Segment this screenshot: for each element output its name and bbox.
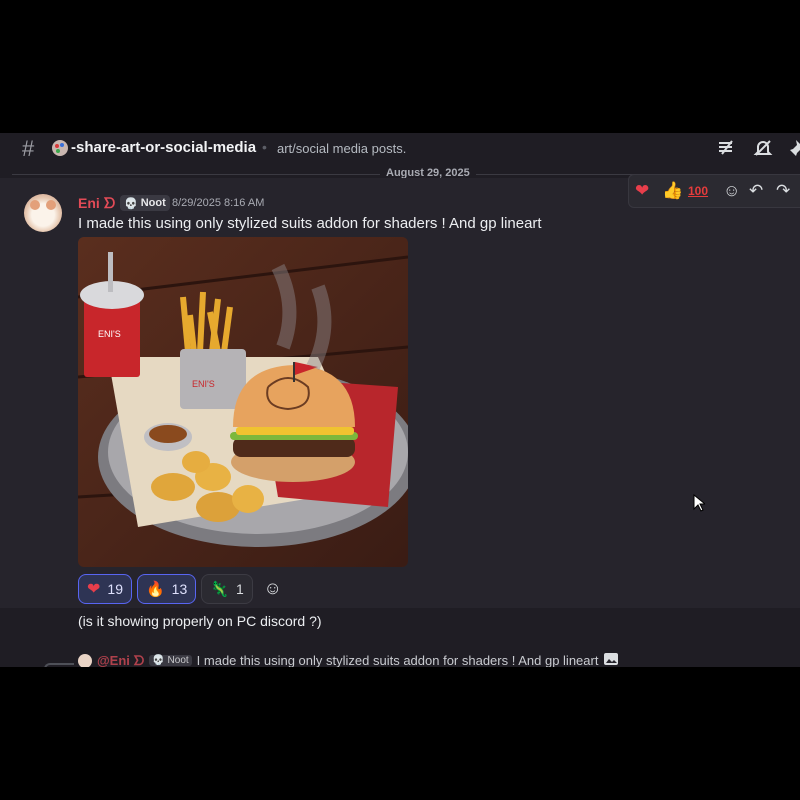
mouse-cursor-icon [693, 493, 707, 517]
separator-dot: • [262, 139, 267, 155]
channel-name[interactable]: -share-art-or-social-media [71, 139, 256, 156]
reaction-count: 19 [107, 581, 123, 597]
server-tag[interactable]: 💀 Noot [120, 195, 170, 211]
channel-header: # -share-art-or-social-media • art/socia… [0, 133, 800, 163]
avatar-ear-right [46, 200, 56, 210]
add-reaction-button[interactable]: ☺ [258, 574, 288, 602]
avatar[interactable] [24, 194, 62, 232]
attachment-image[interactable]: ENI'S ENI'S [78, 237, 408, 567]
reply-username[interactable]: @Eni ᗤ [97, 653, 144, 668]
heart-icon[interactable]: ❤ [635, 181, 649, 201]
thumbs-up-icon[interactable]: 👍 [662, 181, 683, 201]
add-reaction-icon[interactable]: ☺ [723, 181, 740, 201]
svg-text:ENI'S: ENI'S [192, 379, 215, 389]
discord-window: # -share-art-or-social-media • art/socia… [0, 133, 800, 667]
followup-message-text: (is it showing properly on PC discord ?) [78, 613, 322, 629]
reaction-count: 13 [171, 581, 188, 597]
pin-icon[interactable] [788, 138, 800, 163]
add-reaction-icon: ☺ [263, 577, 282, 598]
palette-icon [52, 140, 68, 156]
reaction-count: 1 [235, 581, 244, 597]
reply-server-tag: 💀 Noot [149, 655, 192, 666]
hash-icon: # [22, 136, 35, 161]
mute-icon[interactable] [753, 138, 773, 163]
skull-icon: 💀 [124, 197, 138, 210]
message-toolbar: ❤ 👍 100 ☺ ↶ ↷ [628, 174, 800, 208]
svg-text:ENI'S: ENI'S [98, 329, 121, 339]
reply-icon[interactable]: ↶ [749, 181, 763, 201]
image-icon [603, 652, 619, 667]
username[interactable]: Eni ᗤ [78, 195, 115, 212]
forward-icon[interactable]: ↷ [776, 181, 790, 201]
threads-icon[interactable] [716, 138, 736, 163]
channel-topic[interactable]: art/social media posts. [277, 141, 406, 156]
reply-avatar [78, 653, 92, 667]
heart-icon: ❤ [87, 581, 101, 598]
reply-connector [44, 663, 74, 667]
hundred-icon[interactable]: 100 [688, 184, 708, 198]
reply-text: I made this using only stylized suits ad… [196, 653, 599, 667]
reply-preview[interactable]: @Eni ᗤ 💀 Noot I made this using only sty… [78, 652, 619, 667]
lizard-icon: 🦎 [210, 581, 229, 598]
message-text: I made this using only stylized suits ad… [78, 215, 542, 232]
reaction-heart[interactable]: ❤ 19 [78, 574, 132, 604]
reaction-fire[interactable]: 🔥 13 [136, 574, 197, 604]
reaction-bar: ❤ 19 🔥 13 🦎 1 ☺ [78, 574, 288, 604]
timestamp: 8/29/2025 8:16 AM [172, 197, 265, 209]
fire-icon: 🔥 [145, 581, 165, 598]
reaction-lizard[interactable]: 🦎 1 [201, 574, 253, 604]
avatar-ear-left [30, 200, 40, 210]
